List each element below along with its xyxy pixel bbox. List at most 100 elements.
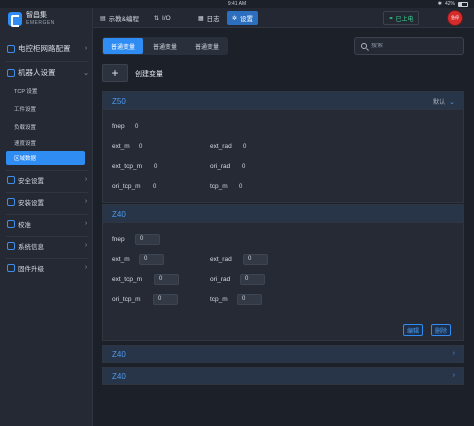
sidebar-item-label: 电控柜网路配置 [18,44,71,53]
variable-tab-1[interactable]: 普通变量 [103,38,144,54]
field-value: 0 [135,124,139,130]
link-icon: ⚭ [388,15,394,22]
field-label: ext_tcp_m [112,163,142,170]
tab-log[interactable]: ▦ 日志 [193,11,225,25]
field-label: ext_m [112,256,130,263]
shield-icon [7,175,15,184]
info-icon [7,241,15,250]
ori-rad-input[interactable]: 0 [240,274,265,285]
search-input[interactable] [371,43,461,49]
variable-name: Z40 [112,350,126,359]
search-icon [361,43,367,49]
field-value: 0 [139,144,143,150]
brand-name-cn: 智昌集 [26,12,47,19]
sidebar-subitem-zone-data[interactable]: 区域数据 [6,151,85,165]
field-label: ori_tcp_m [112,183,141,190]
tab-program[interactable]: ▤ 示教&编程 [95,11,144,25]
plus-icon: + [111,66,119,80]
field-label: fnep [112,123,125,130]
field-label: tcp_m [210,296,228,303]
divider [6,61,88,62]
variable-row-z40-a[interactable]: Z40 › [102,345,464,363]
search-box [354,37,464,55]
create-variable-button[interactable]: + [102,64,128,82]
sidebar-item-calibration[interactable]: 校准 › [4,215,90,232]
sidebar-item-safety[interactable]: 安全设置 › [4,171,90,188]
battery-icon [458,1,468,7]
chevron-right-icon: › [84,220,88,227]
default-label: 默认 [433,100,446,106]
panel-header[interactable]: Z50 默认 ⌄ [103,92,463,110]
field-label: ori_rad [210,163,231,170]
ori-tcp-m-input[interactable]: 0 [153,294,178,305]
delete-button[interactable]: 删除 [431,324,451,336]
sidebar-item-firmware[interactable]: 固件升级 › [4,259,90,276]
field-label: ori_tcp_m [112,296,141,303]
chevron-right-icon: › [84,198,88,205]
chevron-right-icon: › [452,350,455,357]
field-value: 0 [243,144,247,150]
variable-panel-z40: Z40 fnep 0 ext_m 0 ext_rad 0 ext_tcp_m 0… [102,204,464,341]
field-value: 0 [154,164,158,170]
sidebar-subitem-tcp[interactable]: TCP 设置 [6,84,85,98]
field-value: 0 [239,184,243,190]
robot-icon [7,68,15,77]
variable-row-z40-b[interactable]: Z40 › [102,367,464,385]
field-label: ext_rad [210,143,232,150]
field-value: 0 [242,164,246,170]
variable-tab-2[interactable]: 普通变量 [145,38,185,54]
brand-logo: 智昌集 EMERGEN [8,12,55,27]
power-status-button[interactable]: ⚭ 已上电 [383,11,419,25]
battery-percent: 42% [444,1,455,7]
field-label: ext_m [112,143,130,150]
sidebar-item-system-info[interactable]: 系统信息 › [4,237,90,254]
ext-rad-input[interactable]: 0 [243,254,268,265]
ext-m-input[interactable]: 0 [139,254,164,265]
variable-type-tabs: 普通变量 普通变量 普通变量 [102,37,229,55]
sidebar-subitem-workpiece[interactable]: 工件设置 [6,102,85,116]
sidebar-item-label: 安装设置 [18,199,44,207]
field-label: ext_rad [210,256,232,263]
status-right: ✱ 42% [438,1,468,7]
top-nav-bar: ▤ 示教&编程 ⇅ I/O ▦ 日志 ✲ 设置 ⚭ 已上电 急停 [93,8,474,28]
sidebar-subitem-payload[interactable]: 负载设置 [6,120,85,134]
sidebar-subitem-speed[interactable]: 速度设置 [6,136,85,150]
variable-tab-3[interactable]: 普通变量 [187,38,227,54]
create-variable-label: 创建变量 [135,71,163,78]
brand-name-en: EMERGEN [26,20,55,26]
chevron-right-icon: › [452,372,455,379]
variable-name: Z40 [112,372,126,381]
firmware-icon [7,263,15,272]
sidebar-item-robot-settings[interactable]: 机器人设置 ⌄ [4,64,90,81]
tab-settings[interactable]: ✲ 设置 [227,11,259,25]
ext-tcp-m-input[interactable]: 0 [154,274,179,285]
sidebar-item-label: 安全设置 [18,177,44,185]
variable-name: Z40 [112,210,126,219]
sidebar-item-install[interactable]: 安装设置 › [4,193,90,210]
chevron-right-icon: › [84,176,88,183]
calibrate-icon [7,219,15,228]
field-label: ext_tcp_m [112,276,142,283]
emergency-stop-button[interactable]: 急停 [448,11,462,25]
sidebar-item-label: 系统信息 [18,243,44,251]
tcp-m-input[interactable]: 0 [237,294,262,305]
edit-button[interactable]: 编辑 [403,324,423,336]
tab-io[interactable]: ⇅ I/O [149,11,176,25]
fnep-input[interactable]: 0 [135,234,160,245]
install-icon [7,197,15,206]
variable-panel-z50: Z50 默认 ⌄ fnep 0 ext_m 0 ext_rad 0 ext_tc… [102,91,464,203]
chevron-down-icon: ⌄ [449,98,455,106]
sidebar-item-label: 校准 [18,221,31,229]
status-time: 9:41 AM [227,1,247,7]
chevron-right-icon: › [84,264,88,271]
status-bar: 9:41 AM ✱ 42% [0,0,474,8]
field-label: fnep [112,236,125,243]
field-label: tcp_m [210,183,228,190]
sidebar-item-cabinet-network[interactable]: 电控柜网路配置 › [4,40,90,57]
log-icon: ▦ [198,15,204,22]
battery-fill [459,2,463,6]
brand-logo-icon [8,12,22,27]
panel-header[interactable]: Z40 [103,205,463,223]
gear-icon: ✲ [232,15,238,22]
chevron-down-icon: ⌄ [83,69,89,77]
